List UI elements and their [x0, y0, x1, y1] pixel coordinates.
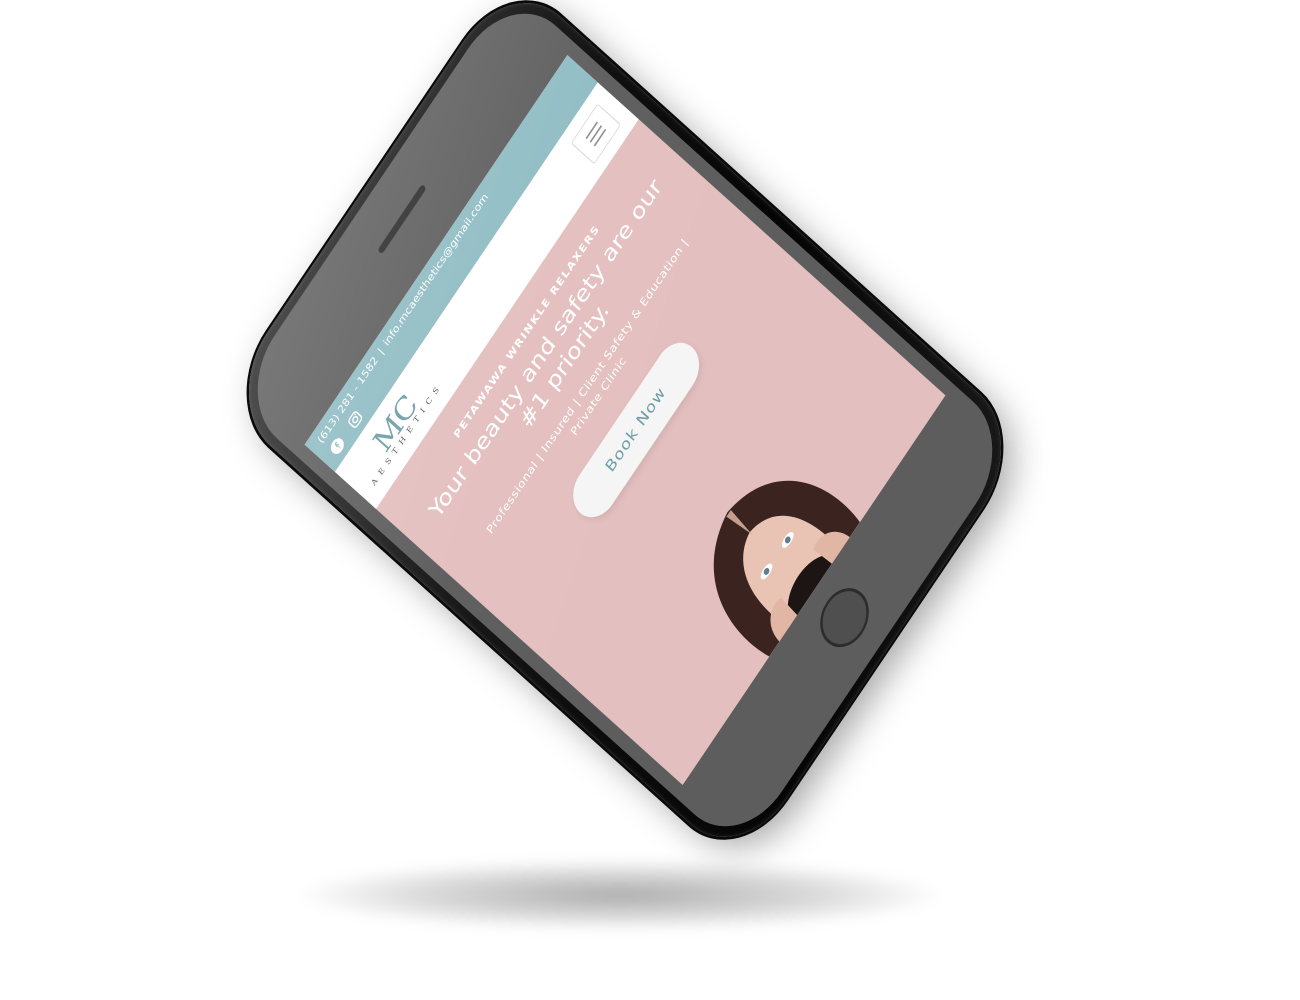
floor-shadow [300, 860, 940, 930]
mockup-stage: (613) 281 - 1582 | info.mcaesthetics@gma… [0, 0, 1300, 1000]
earpiece-speaker [377, 183, 427, 255]
phone-screen: (613) 281 - 1582 | info.mcaesthetics@gma… [304, 54, 946, 786]
phone-face: (613) 281 - 1582 | info.mcaesthetics@gma… [232, 0, 1018, 855]
instagram-icon[interactable] [345, 407, 366, 431]
book-now-button[interactable]: Book Now [563, 332, 709, 528]
instagram-icon-glyph [348, 411, 363, 428]
facebook-icon-glyph [330, 438, 344, 455]
facebook-icon[interactable] [327, 434, 348, 458]
phone-device: (613) 281 - 1582 | info.mcaesthetics@gma… [220, 0, 1030, 869]
home-button[interactable] [810, 576, 879, 659]
topbar-separator: | [375, 345, 386, 357]
